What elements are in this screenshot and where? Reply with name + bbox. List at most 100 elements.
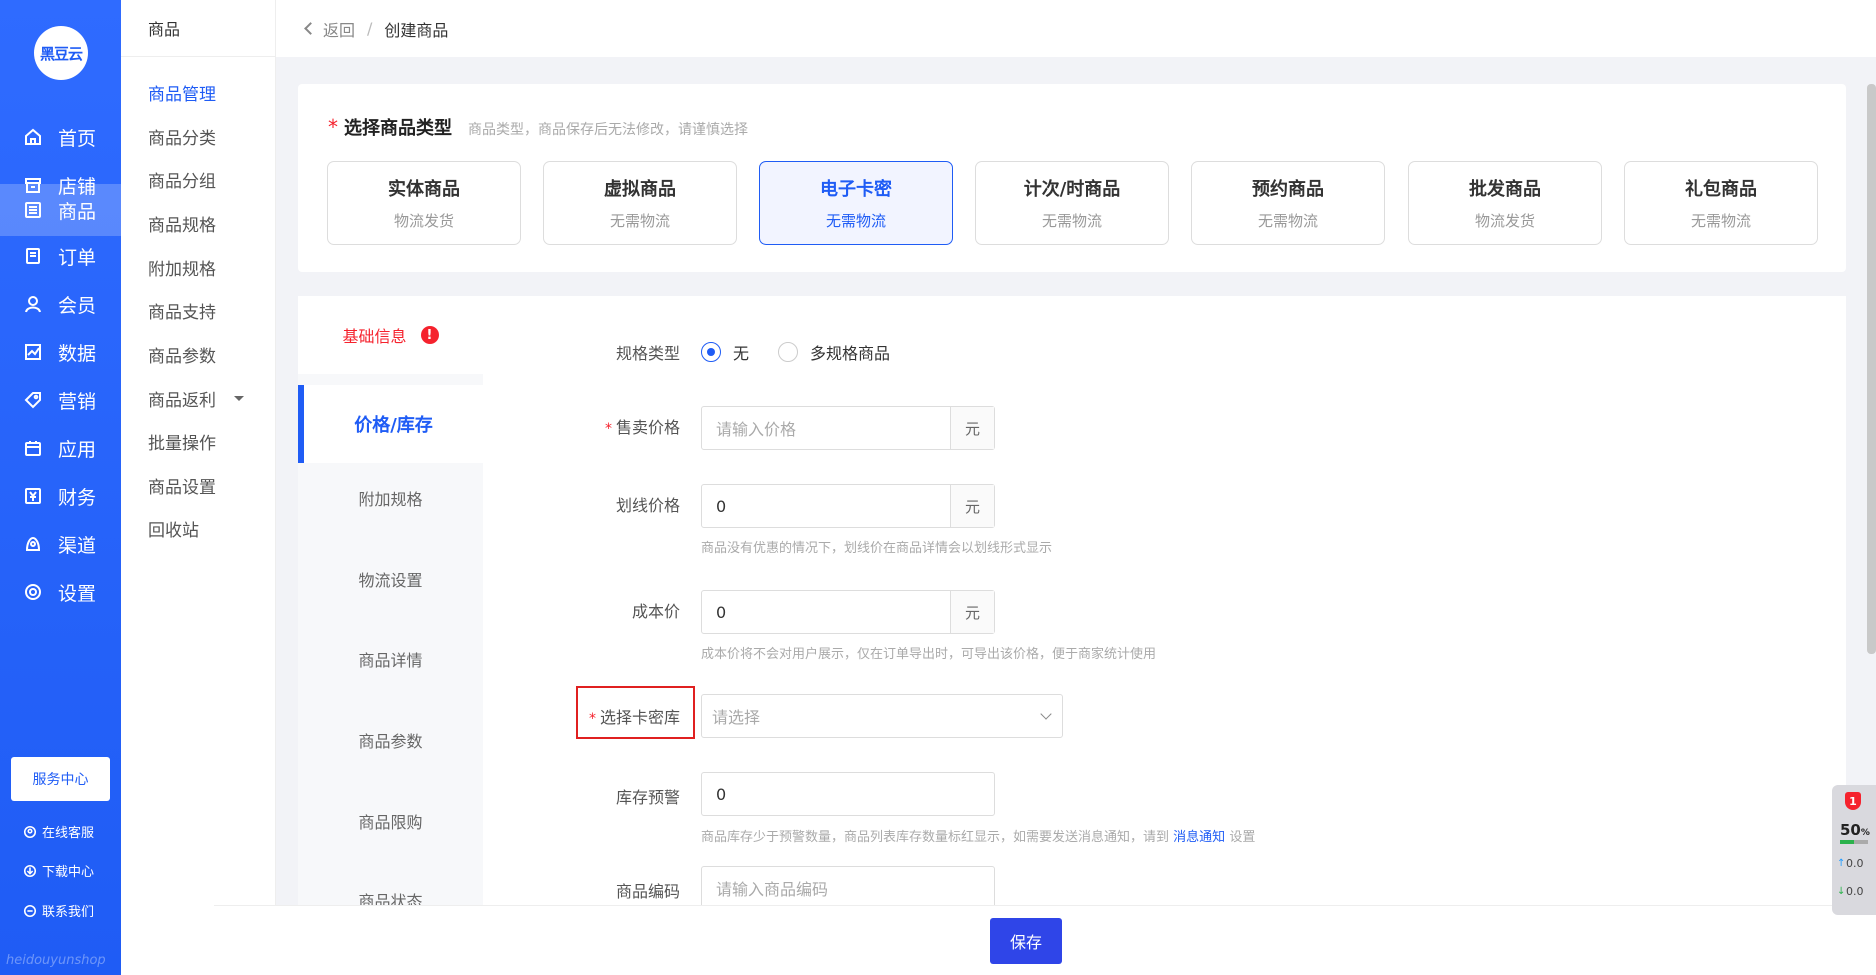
nav-apps-label: 应用 [58,438,97,461]
cost-price-unit: 元 [950,591,994,633]
cost-price-value: 0 [716,602,727,622]
line-price-value: 0 [716,496,727,516]
line-price-input[interactable]: 0 元 [701,484,995,528]
product-type-header: * 选择商品类型 商品类型，商品保存后无法修改，请谨慎选择 [328,114,748,140]
stock-warning-help: 商品库存少于预警数量，商品列表库存数量标红显示，如需要发送消息通知，请到 消息通… [701,826,1255,845]
back-link[interactable]: 返回 [304,17,355,41]
page-scrollbar[interactable] [1867,84,1876,654]
spec-type-none-radio[interactable]: 无 [701,340,749,364]
line-price-help: 商品没有优惠的情况下，划线价在商品详情会以划线形式显示 [701,541,1053,556]
nav-home[interactable]: 首页 [0,111,121,163]
widget-down-speed: 0.0 [1846,885,1864,898]
brand-logo[interactable]: 黑豆云 [34,26,88,80]
card-library-select[interactable]: 请选择 [701,694,1063,738]
chevron-down-icon [1040,708,1052,720]
sale-price-placeholder: 请输入价格 [716,420,797,439]
performance-widget[interactable]: 1 50% ↑ 0.0 ↓ 0.0 [1832,785,1876,915]
nav-finance[interactable]: 财务 [0,470,121,522]
arrow-up-icon: ↑ [1837,858,1846,869]
type-option-physical[interactable]: 实体商品 物流发货 [327,161,521,245]
subnav-item-recycle-bin[interactable]: 回收站 [148,516,199,541]
tab-extra-spec[interactable]: 附加规格 [298,459,483,537]
type-option-gift[interactable]: 礼包商品 无需物流 [1624,161,1818,245]
download-icon [22,863,38,879]
sub-sidebar: 商品 商品管理 商品分类 商品分组 商品规格 附加规格 商品支持 商品参数 商品… [121,0,276,975]
widget-progress-fill [1840,840,1854,844]
subnav-item-group[interactable]: 商品分组 [148,167,216,192]
home-icon [22,126,44,148]
subnav-item-spec[interactable]: 商品规格 [148,211,216,236]
nav-settings[interactable]: 设置 [0,566,121,618]
cost-price-label: 成本价 [631,602,680,621]
spec-type-multi-radio[interactable]: 多规格商品 [778,340,890,364]
product-code-input[interactable]: 请输入商品编码 [701,866,995,910]
online-support-link[interactable]: 在线客服 [22,822,94,841]
widget-up-speed: 0.0 [1846,857,1864,870]
type-option-name: 计次/时商品 [1023,179,1121,200]
nav-member-label: 会员 [58,294,97,317]
type-option-timed[interactable]: 计次/时商品 无需物流 [975,161,1169,245]
contact-icon [22,903,38,919]
nav-member[interactable]: 会员 [0,278,121,330]
subnav-item-extra-spec[interactable]: 附加规格 [148,255,216,280]
online-support-label: 在线客服 [42,826,95,841]
message-notify-link[interactable]: 消息通知 [1173,830,1225,845]
subnav-item-settings[interactable]: 商品设置 [148,473,216,498]
stock-warning-value: 0 [716,784,727,804]
nav-order-label: 订单 [58,246,97,269]
type-option-name: 礼包商品 [1685,179,1757,200]
warning-icon: ! [420,326,439,344]
stock-warning-input[interactable]: 0 [701,772,995,816]
save-button[interactable]: 保存 [990,918,1062,964]
product-type-hint: 商品类型，商品保存后无法修改，请谨慎选择 [468,122,748,138]
channel-icon [22,533,44,555]
tab-logistics[interactable]: 物流设置 [298,540,483,618]
support-avatar-icon [22,824,38,840]
nav-channel-label: 渠道 [58,534,97,557]
nav-settings-label: 设置 [58,582,97,605]
tab-basic-info[interactable]: 基础信息 ! [298,296,483,374]
service-center-button[interactable]: 服务中心 [11,757,110,801]
cost-price-input[interactable]: 0 元 [701,590,995,634]
contact-us-link[interactable]: 联系我们 [22,901,94,920]
type-option-wholesale[interactable]: 批发商品 物流发货 [1408,161,1602,245]
type-option-name: 电子卡密 [820,179,892,200]
stock-warning-help-suffix: 设置 [1229,830,1256,845]
type-option-reservation[interactable]: 预约商品 无需物流 [1191,161,1385,245]
sale-price-label-text: 售卖价格 [615,418,680,437]
subnav-item-support[interactable]: 商品支持 [148,298,216,323]
nav-channel[interactable]: 渠道 [0,518,121,570]
widget-badge: 1 [1849,794,1857,808]
subnav-item-batch[interactable]: 批量操作 [148,429,216,454]
tab-purchase-limit[interactable]: 商品限购 [298,782,483,860]
nav-apps[interactable]: 应用 [0,422,121,474]
card-library-placeholder: 请选择 [712,708,761,727]
subnav-item-params[interactable]: 商品参数 [148,342,216,367]
type-option-sub: 无需物流 [1690,212,1751,230]
nav-product[interactable]: 商品 [0,184,121,236]
tab-price-stock[interactable]: 价格/库存 [298,385,483,463]
stock-warning-help-text: 商品库存少于预警数量，商品列表库存数量标红显示，如需要发送消息通知，请到 [701,830,1170,845]
type-option-virtual[interactable]: 虚拟商品 无需物流 [543,161,737,245]
download-center-link[interactable]: 下载中心 [22,861,94,880]
breadcrumb-current: 创建商品 [384,20,449,40]
nav-marketing[interactable]: 营销 [0,374,121,426]
sale-price-input[interactable]: 请输入价格 元 [701,406,995,450]
subnav-item-category[interactable]: 商品分类 [148,124,216,149]
tab-details[interactable]: 商品详情 [298,620,483,698]
nav-order[interactable]: 订单 [0,230,121,282]
product-icon [22,199,44,221]
subnav-item-rebate[interactable]: 商品返利 [148,386,244,411]
nav-product-label: 商品 [58,200,97,223]
order-icon [22,245,44,267]
chevron-left-icon [304,22,317,35]
shield-icon: 1 [1845,792,1861,810]
breadcrumb: 返回 / 创建商品 [276,0,1876,57]
tab-params[interactable]: 商品参数 [298,701,483,779]
nav-home-label: 首页 [58,127,97,150]
type-option-name: 虚拟商品 [604,179,676,200]
subnav-item-product-management[interactable]: 商品管理 [148,80,216,105]
brand-watermark: heidouyunshop [6,953,106,968]
type-option-ecard[interactable]: 电子卡密 无需物流 [759,161,953,245]
nav-data[interactable]: 数据 [0,326,121,378]
